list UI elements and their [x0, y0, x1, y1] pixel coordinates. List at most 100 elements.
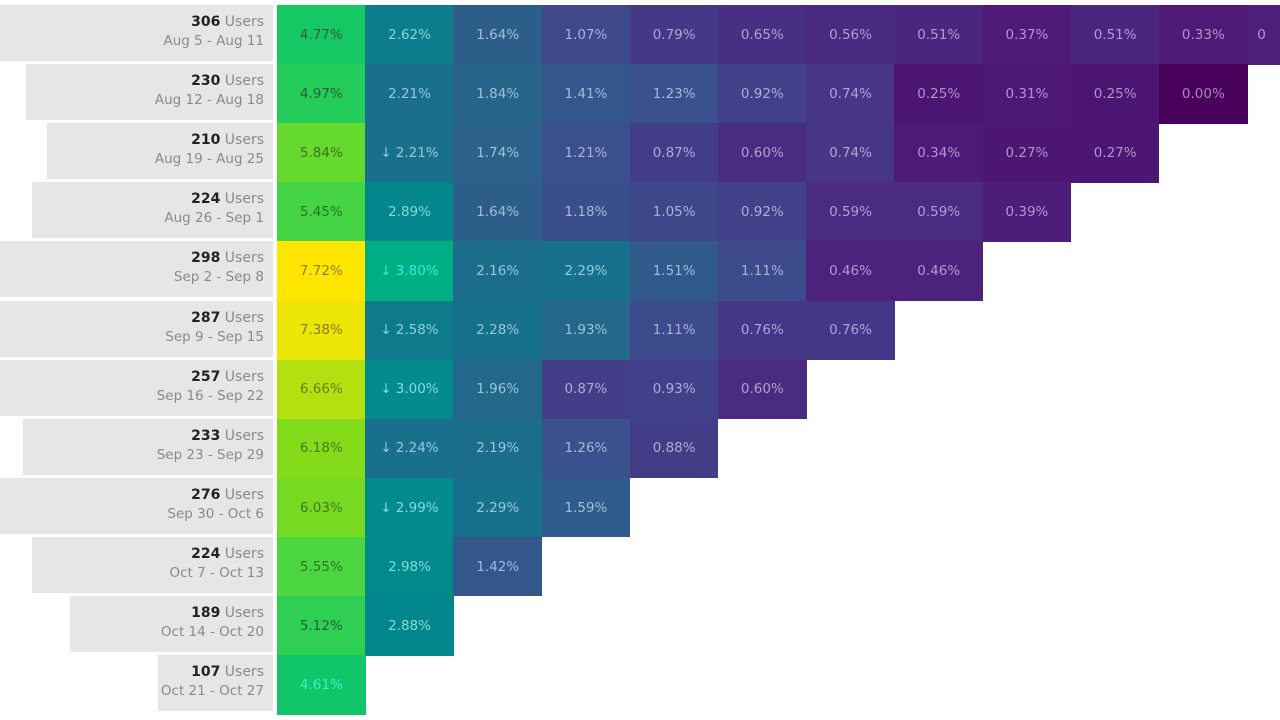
cohort-user-count: 306 Users	[0, 13, 264, 32]
cell-value: 5.55%	[299, 558, 343, 575]
heatmap-cell: 0.65%	[718, 5, 807, 65]
user-count-value: 276	[191, 486, 221, 503]
user-unit: Users	[220, 250, 264, 267]
user-count-value: 230	[191, 73, 221, 90]
cohort-date-range: Sep 16 - Sep 22	[156, 387, 264, 404]
cohort-user-count: 224 Users	[32, 190, 264, 209]
cell-value: 5.84%	[299, 144, 343, 161]
cell-value: 0.56%	[829, 26, 872, 43]
cell-value: 1.05%	[652, 204, 696, 221]
cell-value: 0.37%	[1005, 26, 1049, 43]
decrease-arrow-icon: ↓	[380, 499, 392, 516]
decrease-arrow-icon: ↓	[380, 263, 392, 280]
heatmap-cell: 0.87%	[629, 123, 719, 183]
cell-value: 5.12%	[299, 617, 343, 634]
cell-value: 1.07%	[564, 26, 608, 43]
heatmap-cell: 0.25%	[894, 64, 984, 124]
cell-value: 2.29%	[564, 263, 608, 280]
user-unit: Users	[220, 486, 264, 503]
heatmap-cell: 4.77%	[277, 5, 366, 65]
heatmap-cell: 1.74%	[453, 123, 543, 183]
heatmap-cell: 0.27%	[1070, 123, 1160, 183]
cohort-label: 306 Users Aug 5 - Aug 11	[0, 5, 273, 62]
cell-value: 0.33%	[1181, 26, 1225, 43]
heatmap-cell: 0.46%	[806, 241, 895, 301]
decrease-arrow-icon: ↓	[380, 322, 392, 339]
cohort-date-range: Aug 5 - Aug 11	[163, 33, 264, 49]
cohort-label: 287 Users Sep 9 - Sep 15	[0, 300, 273, 357]
heatmap-cell: 0.87%	[541, 359, 631, 420]
heatmap-cell: 0.76%	[718, 300, 807, 361]
heatmap-cell: 0.79%	[629, 5, 719, 65]
heatmap-cell: 2.89%	[365, 182, 454, 242]
decrease-arrow-icon: ↓	[380, 144, 392, 161]
cell-value: 1.23%	[652, 85, 696, 102]
user-count-value: 107	[191, 664, 221, 681]
cohort-label: 189 Users Oct 14 - Oct 20	[69, 596, 273, 653]
heatmap-cell: 2.88%	[365, 596, 454, 656]
cell-value: 0.27%	[1093, 144, 1137, 161]
cohort-label: 224 Users Aug 26 - Sep 1	[32, 182, 273, 239]
heatmap-cell: 1.18%	[541, 182, 631, 242]
heatmap-cell: ↓ 2.21%	[365, 123, 454, 183]
cell-value: 2.19%	[476, 440, 520, 457]
heatmap-cell: 1.21%	[541, 123, 631, 183]
heatmap-cell: 6.66%	[277, 359, 366, 420]
heatmap-cell: 6.18%	[277, 418, 366, 479]
user-unit: Users	[220, 664, 264, 681]
heatmap-cell: 1.41%	[541, 64, 631, 124]
heatmap-cell: 0.74%	[806, 123, 895, 183]
heatmap-cell: 1.84%	[453, 64, 543, 124]
heatmap-cell: 0.31%	[982, 64, 1072, 124]
cell-value: 0.60%	[740, 381, 784, 398]
cell-value: 0.46%	[829, 263, 872, 280]
heatmap-cell: ↓ 2.58%	[365, 300, 454, 361]
heatmap-cell: 0.51%	[894, 5, 984, 65]
user-unit: Users	[220, 191, 264, 208]
cell-value: 1.96%	[476, 381, 520, 398]
heatmap-cell: 0.92%	[718, 182, 807, 242]
cell-value: 1.59%	[564, 499, 608, 516]
user-count-value: 298	[191, 250, 221, 267]
cell-value: 1.11%	[740, 263, 784, 280]
cell-value: 0.25%	[1093, 85, 1137, 102]
heatmap-cell: 5.45%	[277, 182, 366, 242]
heatmap-cell: 2.62%	[365, 5, 454, 65]
heatmap-cell: 2.19%	[453, 418, 543, 479]
user-count-value: 257	[191, 368, 221, 385]
heatmap-cell: 5.12%	[277, 596, 366, 656]
heatmap-cell: 1.07%	[541, 5, 631, 65]
cell-value: 1.21%	[564, 144, 608, 161]
heatmap-cell: 1.23%	[629, 64, 719, 124]
cohort-date-range: Oct 21 - Oct 27	[160, 683, 264, 700]
user-unit: Users	[220, 73, 264, 90]
cohort-label: 257 Users Sep 16 - Sep 22	[0, 359, 273, 416]
heatmap-cell: 0.92%	[718, 64, 807, 124]
cohort-user-count: 224 Users	[32, 545, 264, 564]
cohort-user-count: 287 Users	[0, 309, 264, 328]
cell-value: 0.87%	[564, 381, 608, 398]
heatmap-cell: 4.97%	[277, 64, 366, 124]
cohort-label: 230 Users Aug 12 - Aug 18	[25, 64, 273, 121]
user-count-value: 224	[191, 191, 221, 208]
cell-value: 0.76%	[829, 322, 872, 339]
cell-value: 0.31%	[1005, 85, 1049, 102]
heatmap-cell: 0.33%	[1159, 5, 1248, 65]
user-unit: Users	[220, 14, 264, 30]
cell-value: 0.79%	[652, 26, 696, 43]
cell-value: 1.18%	[564, 204, 608, 221]
heatmap-cell: 1.11%	[718, 241, 807, 301]
cell-value: 7.72%	[299, 263, 343, 280]
user-count-value: 224	[191, 545, 221, 562]
user-unit: Users	[220, 427, 264, 444]
heatmap-cell: 7.38%	[277, 300, 366, 361]
cohort-user-count: 230 Users	[26, 72, 264, 91]
heatmap-cell: 1.26%	[541, 418, 631, 479]
heatmap-cell: 1.05%	[629, 182, 719, 242]
decrease-arrow-icon: ↓	[380, 381, 392, 398]
cell-value: 1.26%	[564, 440, 608, 457]
cohort-date-range: Sep 2 - Sep 8	[173, 269, 264, 286]
user-unit: Users	[220, 605, 264, 621]
heatmap-cell: 0.59%	[806, 182, 895, 242]
cohort-label: 233 Users Sep 23 - Sep 29	[22, 418, 273, 475]
